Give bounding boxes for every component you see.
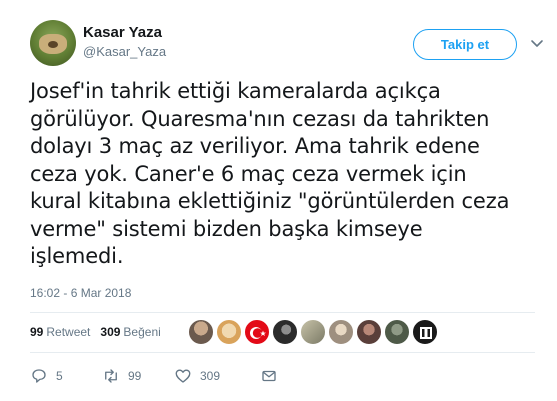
tweet-line: ceza yok. Caner'e 6 maç ceza vermek için xyxy=(30,161,467,186)
user-display-name[interactable]: Kasar Yaza xyxy=(83,24,162,41)
tweet-line: Josef'in tahrik ettiği kameralarda açıkç… xyxy=(30,79,441,103)
tweet-line: işlemedi. xyxy=(30,244,124,268)
like-action-count: 309 xyxy=(200,369,221,383)
retweet-action[interactable]: 99 xyxy=(102,367,174,385)
reply-icon xyxy=(32,369,46,383)
retweet-action-count: 99 xyxy=(128,369,142,383)
dog-image xyxy=(39,34,67,54)
message-action[interactable] xyxy=(260,367,278,385)
tweet-line: verme" sistemi bizden başka kimseye xyxy=(30,216,423,241)
tweet-header: Kasar Yaza @Kasar_Yaza Takip et xyxy=(30,20,550,70)
tweet-line: kural kitabına eklettiğiniz "görüntülerd… xyxy=(30,189,510,213)
liker-avatar-8[interactable] xyxy=(384,319,410,345)
like-action[interactable]: 309 xyxy=(174,367,260,385)
tweet-line: görülüyor. Quaresma'nın cezası da tahrik… xyxy=(30,106,490,131)
crescent-star-icon xyxy=(250,327,266,339)
reply-action[interactable]: 5 xyxy=(30,367,102,385)
user-avatar[interactable] xyxy=(30,20,76,66)
like-label[interactable]: Beğeni xyxy=(123,325,160,339)
retweet-count[interactable]: 99 xyxy=(30,325,43,339)
liker-avatar-2[interactable] xyxy=(216,319,242,345)
tweet-actions: 5 99 309 xyxy=(30,366,278,386)
liker-avatar-1[interactable] xyxy=(188,319,214,345)
liker-avatar-6[interactable] xyxy=(328,319,354,345)
liker-avatar-5[interactable] xyxy=(300,319,326,345)
divider xyxy=(30,312,535,313)
liker-avatar-7[interactable] xyxy=(356,319,382,345)
turkish-flag-avatar[interactable] xyxy=(244,319,270,345)
retweet-icon xyxy=(105,369,117,383)
divider xyxy=(30,352,535,353)
tweet-stats: 99 Retweet 309 Beğeni xyxy=(30,318,171,346)
tweet-text: Josef'in tahrik ettiği kameralarda açıkç… xyxy=(30,78,530,271)
user-handle[interactable]: @Kasar_Yaza xyxy=(83,44,166,59)
besiktas-avatar[interactable] xyxy=(412,319,438,345)
chevron-down-icon[interactable] xyxy=(529,35,545,51)
like-count[interactable]: 309 xyxy=(100,325,120,339)
tweet-line: dolayı 3 maç az veriliyor. Ama tahrik ed… xyxy=(30,134,480,158)
liker-avatar-4[interactable] xyxy=(272,319,298,345)
reply-count: 5 xyxy=(56,369,63,383)
follow-button[interactable]: Takip et xyxy=(413,29,517,60)
heart-icon xyxy=(175,369,191,383)
retweet-label[interactable]: Retweet xyxy=(46,325,90,339)
club-crest-icon xyxy=(420,327,432,339)
envelope-icon xyxy=(262,370,276,382)
tweet-timestamp[interactable]: 16:02 - 6 Mar 2018 xyxy=(30,286,131,300)
liker-avatars xyxy=(188,318,440,346)
